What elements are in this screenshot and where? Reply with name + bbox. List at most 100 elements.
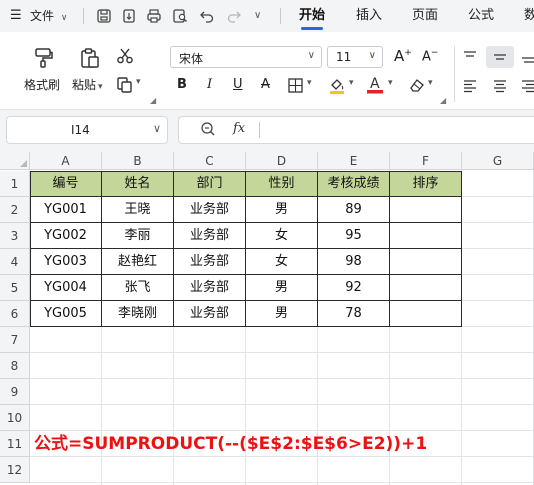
tab-insert[interactable]: 插入 bbox=[356, 0, 382, 32]
table-cell[interactable]: 98 bbox=[318, 249, 390, 275]
table-cell[interactable]: 92 bbox=[318, 275, 390, 301]
font-size-select[interactable]: 11 ∨ bbox=[327, 46, 383, 68]
increase-font-size-icon[interactable]: A+ bbox=[394, 47, 412, 65]
table-cell[interactable] bbox=[390, 223, 462, 249]
row-header-9[interactable]: 9 bbox=[0, 379, 30, 405]
table-cell[interactable] bbox=[390, 197, 462, 223]
column-header-f[interactable]: F bbox=[390, 152, 462, 170]
format-painter-button[interactable] bbox=[32, 46, 56, 70]
table-cell[interactable]: 男 bbox=[246, 275, 318, 301]
table-cell[interactable]: 业务部 bbox=[174, 197, 246, 223]
font-dialog-launcher-icon[interactable]: ◢ bbox=[440, 96, 446, 105]
chevron-down-icon[interactable]: ▾ bbox=[428, 78, 433, 88]
table-cell[interactable]: YG005 bbox=[30, 301, 102, 327]
table-cell[interactable]: 男 bbox=[246, 197, 318, 223]
formula-input[interactable] bbox=[178, 116, 534, 144]
name-box[interactable]: I14 ∨ bbox=[6, 116, 168, 144]
row-header-11[interactable]: 11 bbox=[0, 431, 30, 457]
column-header-g[interactable]: G bbox=[462, 152, 534, 170]
table-header-cell[interactable]: 性别 bbox=[246, 171, 318, 197]
row-header-8[interactable]: 8 bbox=[0, 353, 30, 379]
paste-label[interactable]: 粘贴 ▾ bbox=[72, 76, 103, 93]
copy-button[interactable] bbox=[116, 76, 134, 94]
align-middle-button[interactable] bbox=[493, 50, 507, 64]
save-icon[interactable] bbox=[96, 8, 112, 24]
align-top-button[interactable] bbox=[463, 50, 477, 64]
table-cell[interactable]: 业务部 bbox=[174, 223, 246, 249]
select-all-button[interactable] bbox=[0, 152, 30, 170]
export-pdf-icon[interactable] bbox=[121, 8, 137, 24]
table-cell[interactable]: 业务部 bbox=[174, 275, 246, 301]
table-header-cell[interactable]: 部门 bbox=[174, 171, 246, 197]
row-header-1[interactable]: 1 bbox=[0, 171, 30, 197]
font-color-button[interactable]: A bbox=[366, 75, 384, 94]
row-header-2[interactable]: 2 bbox=[0, 197, 30, 223]
insert-function-icon[interactable]: fx bbox=[233, 121, 245, 136]
row-header-10[interactable]: 10 bbox=[0, 405, 30, 431]
tab-page[interactable]: 页面 bbox=[412, 0, 438, 32]
paste-button[interactable] bbox=[78, 46, 102, 70]
chevron-down-icon[interactable]: ▾ bbox=[388, 78, 393, 88]
row-header-7[interactable]: 7 bbox=[0, 327, 30, 353]
borders-button[interactable] bbox=[288, 78, 303, 93]
row-header-6[interactable]: 6 bbox=[0, 301, 30, 327]
column-header-d[interactable]: D bbox=[246, 152, 318, 170]
clipboard-dialog-launcher-icon[interactable]: ◢ bbox=[150, 96, 156, 105]
table-header-cell[interactable]: 排序 bbox=[390, 171, 462, 197]
table-cell[interactable]: YG002 bbox=[30, 223, 102, 249]
table-header-cell[interactable]: 考核成绩 bbox=[318, 171, 390, 197]
row-header-5[interactable]: 5 bbox=[0, 275, 30, 301]
table-cell[interactable] bbox=[390, 275, 462, 301]
table-cell[interactable]: 业务部 bbox=[174, 249, 246, 275]
strikethrough-icon[interactable]: A bbox=[261, 77, 270, 92]
tab-data[interactable]: 数 bbox=[524, 0, 534, 32]
undo-icon[interactable] bbox=[199, 8, 215, 24]
chevron-down-icon[interactable]: ▾ bbox=[136, 77, 141, 87]
zoom-icon[interactable] bbox=[200, 121, 216, 137]
print-preview-icon[interactable] bbox=[172, 8, 188, 24]
column-header-a[interactable]: A bbox=[30, 152, 102, 170]
decrease-font-size-icon[interactable]: A− bbox=[422, 48, 438, 64]
table-cell[interactable]: 李晓刚 bbox=[102, 301, 174, 327]
italic-icon[interactable]: I bbox=[207, 77, 212, 92]
table-cell[interactable]: YG003 bbox=[30, 249, 102, 275]
table-cell[interactable]: 女 bbox=[246, 249, 318, 275]
table-cell[interactable]: 男 bbox=[246, 301, 318, 327]
cut-button[interactable] bbox=[116, 47, 134, 65]
fill-color-button[interactable] bbox=[328, 76, 346, 94]
table-cell[interactable]: 业务部 bbox=[174, 301, 246, 327]
underline-icon[interactable]: U bbox=[233, 77, 243, 92]
clear-format-button[interactable] bbox=[408, 77, 425, 93]
align-left-button[interactable] bbox=[463, 79, 477, 93]
quick-access-more-icon[interactable]: ∨ bbox=[254, 0, 261, 32]
font-name-select[interactable]: 宋体 ∨ bbox=[170, 46, 322, 68]
chevron-down-icon[interactable]: ▾ bbox=[307, 78, 312, 88]
print-icon[interactable] bbox=[146, 8, 162, 24]
table-cell[interactable]: 95 bbox=[318, 223, 390, 249]
row-header-12[interactable]: 12 bbox=[0, 457, 30, 483]
chevron-down-icon[interactable]: ▾ bbox=[349, 78, 354, 88]
table-cell[interactable]: 李丽 bbox=[102, 223, 174, 249]
align-center-button[interactable] bbox=[493, 79, 507, 93]
column-header-c[interactable]: C bbox=[174, 152, 246, 170]
align-right-button[interactable] bbox=[521, 79, 534, 93]
table-cell[interactable]: 78 bbox=[318, 301, 390, 327]
table-cell[interactable]: 赵艳红 bbox=[102, 249, 174, 275]
file-menu[interactable]: 文件 ∨ bbox=[30, 0, 67, 32]
hamburger-menu-icon[interactable]: ☰ bbox=[10, 0, 22, 32]
table-header-cell[interactable]: 编号 bbox=[30, 171, 102, 197]
column-header-e[interactable]: E bbox=[318, 152, 390, 170]
table-cell[interactable]: 王晓 bbox=[102, 197, 174, 223]
table-cell[interactable] bbox=[390, 249, 462, 275]
table-cell[interactable]: 女 bbox=[246, 223, 318, 249]
column-header-b[interactable]: B bbox=[102, 152, 174, 170]
table-cell[interactable] bbox=[390, 301, 462, 327]
table-cell[interactable]: YG004 bbox=[30, 275, 102, 301]
align-bottom-button[interactable] bbox=[521, 50, 534, 64]
row-header-3[interactable]: 3 bbox=[0, 223, 30, 249]
table-header-cell[interactable]: 姓名 bbox=[102, 171, 174, 197]
row-header-4[interactable]: 4 bbox=[0, 249, 30, 275]
bold-icon[interactable]: B bbox=[177, 77, 187, 92]
table-cell[interactable]: 89 bbox=[318, 197, 390, 223]
tab-home[interactable]: 开始 bbox=[299, 0, 325, 32]
